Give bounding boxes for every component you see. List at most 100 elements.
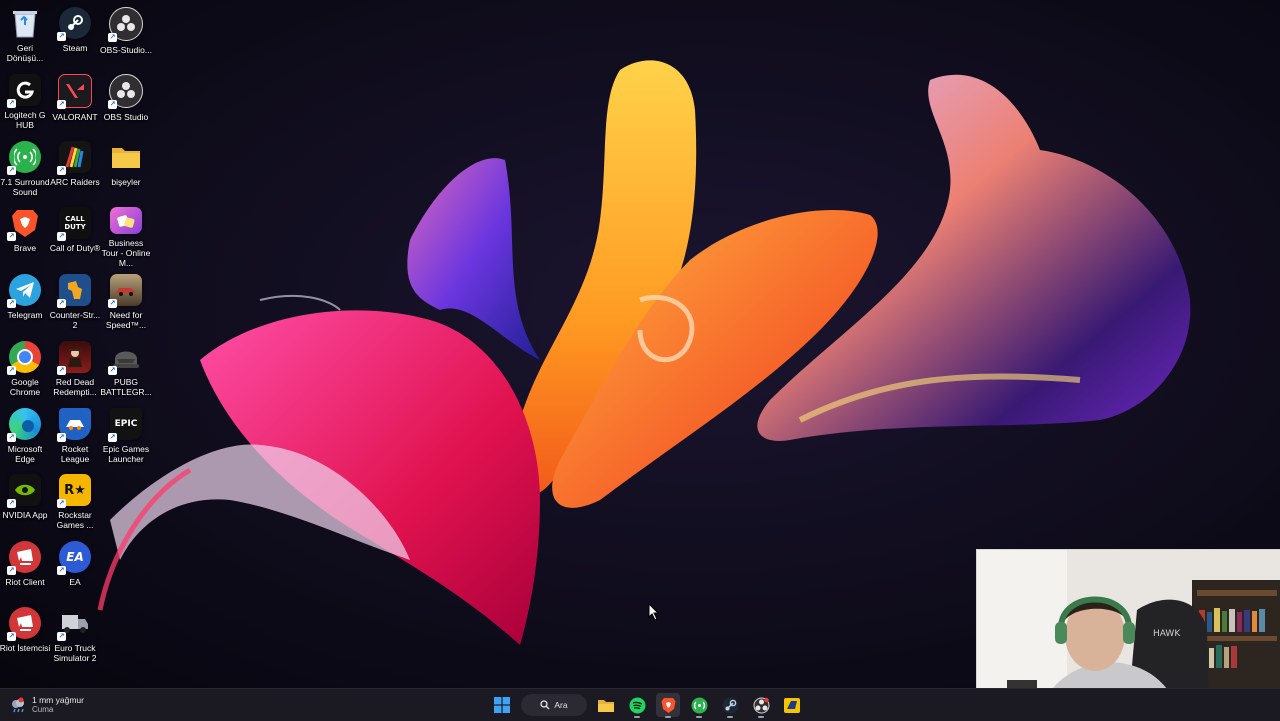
desktop-icon-brave[interactable]: ↗ Brave: [0, 204, 50, 268]
shortcut-arrow-icon: ↗: [7, 299, 16, 308]
counter-strike-icon: ↗: [57, 274, 91, 308]
desktop-icon-riot-client[interactable]: ↗ Riot Client: [0, 538, 50, 602]
obs-taskbar-button[interactable]: [749, 693, 773, 718]
icon-label: Brave: [13, 243, 37, 253]
windows-icon: [494, 697, 510, 713]
search-button[interactable]: Ara: [521, 694, 587, 716]
desktop-icon-counter-strike[interactable]: ↗ Counter-Str... 2: [50, 271, 100, 335]
shortcut-arrow-icon: ↗: [7, 366, 16, 375]
surround-taskbar-button[interactable]: [687, 693, 711, 718]
file-explorer-button[interactable]: [594, 693, 618, 717]
valorant-icon: ↗: [57, 74, 92, 109]
cod-icon: CALL DUTY ↗: [57, 207, 91, 241]
shortcut-arrow-icon: ↗: [57, 366, 66, 375]
steam-icon: [722, 697, 738, 713]
obs-icon: ↗: [108, 7, 143, 42]
desktop-icon-microsoft-edge[interactable]: ↗ Microsoft Edge: [0, 405, 50, 469]
shortcut-arrow-icon: ↗: [57, 299, 66, 308]
shortcut-arrow-icon: ↗: [7, 499, 16, 508]
brave-taskbar-button[interactable]: [656, 693, 680, 718]
shortcut-arrow-icon: ↗: [57, 32, 66, 41]
obs-icon: ↗: [108, 74, 143, 109]
shortcut-arrow-icon: ↗: [7, 166, 16, 175]
pubg-icon: ↗: [108, 341, 142, 375]
icon-label: Geri Dönüşü...: [6, 43, 44, 63]
ets-taskbar-button[interactable]: [780, 693, 804, 717]
desktop-icon-obs-studio-shortcut[interactable]: ↗ OBS-Studio...: [100, 4, 152, 68]
icon-label: OBS-Studio...: [100, 45, 152, 55]
icon-label: Need for Speed™...: [105, 310, 147, 330]
icon-label: Red Dead Redempti...: [53, 377, 97, 397]
icon-label: Euro Truck Simulator 2: [53, 643, 97, 663]
shortcut-arrow-icon: ↗: [57, 566, 66, 575]
desktop-icon-surround-sound[interactable]: ↗ 7.1 Surround Sound: [0, 138, 50, 202]
desktop-icon-red-dead-redemption[interactable]: ↗ Red Dead Redempti...: [50, 338, 100, 402]
rdr-icon: ↗: [57, 341, 91, 375]
desktop-icon-ea[interactable]: EA ↗ EA: [50, 538, 100, 602]
rain-cloud-icon: [10, 697, 26, 713]
rocket-league-icon: ↗: [57, 408, 91, 442]
desktop-icon-obs-studio[interactable]: ↗ OBS Studio: [101, 71, 151, 135]
desktop-icon-nvidia-app[interactable]: ↗ NVIDIA App: [0, 471, 50, 535]
nfs-icon: ↗: [108, 274, 142, 308]
desktop-icon-business-tour[interactable]: Business Tour - Online M...: [101, 204, 151, 268]
rockstar-logo-text: R★: [64, 482, 86, 498]
telegram-icon: ↗: [7, 274, 41, 308]
shortcut-arrow-icon: ↗: [57, 100, 66, 109]
desktop-icon-valorant[interactable]: ↗ VALORANT: [50, 71, 100, 135]
icon-label: Rockstar Games ...: [56, 510, 94, 530]
weather-day: Cuma: [32, 705, 54, 714]
shortcut-arrow-icon: ↗: [108, 33, 117, 42]
desktop-icon-logitech-ghub[interactable]: ↗ Logitech G HUB: [0, 71, 50, 135]
desktop-icon-arc-raiders[interactable]: ↗ ARC Raiders: [50, 138, 100, 202]
surround-icon: ↗: [7, 141, 41, 175]
desktop-icon-biseyler-folder[interactable]: bişeyler: [101, 138, 151, 202]
start-button[interactable]: [490, 693, 514, 717]
shortcut-arrow-icon: ↗: [7, 99, 16, 108]
business-tour-icon: [110, 207, 142, 234]
spotify-icon: [629, 697, 645, 713]
desktop-icon-euro-truck-simulator[interactable]: ↗ Euro Truck Simulator 2: [50, 604, 100, 668]
desktop-icon-telegram[interactable]: ↗ Telegram: [0, 271, 50, 335]
desktop-icon-steam[interactable]: ↗ Steam: [50, 4, 100, 68]
svg-text:HAWK: HAWK: [1153, 629, 1181, 639]
folder-icon: [598, 699, 614, 712]
ea-logo-text: EA: [66, 550, 84, 564]
icon-label: Riot Client: [5, 577, 45, 587]
icon-label: EA: [69, 577, 81, 587]
ets2-icon: ↗: [57, 607, 91, 641]
shortcut-arrow-icon: ↗: [57, 632, 66, 641]
taskbar-center: Ara: [490, 692, 804, 718]
spotify-button[interactable]: [625, 693, 649, 718]
icon-label: Rocket League: [60, 444, 90, 464]
icon-label: Microsoft Edge: [7, 444, 43, 464]
icon-label: OBS Studio: [103, 112, 149, 122]
desktop-icon-google-chrome[interactable]: ↗ Google Chrome: [0, 338, 50, 402]
epic-games-icon: EPIC ↗: [108, 408, 142, 442]
desktop-icon-pubg[interactable]: ↗ PUBG BATTLEGR...: [100, 338, 152, 402]
shortcut-arrow-icon: ↗: [7, 232, 16, 241]
surround-icon: [691, 697, 707, 713]
riot-client-icon: ↗: [7, 541, 41, 575]
desktop-icon-epic-games[interactable]: EPIC ↗ Epic Games Launcher: [101, 405, 151, 469]
weather-widget[interactable]: 1 mm yağmur Cuma: [10, 691, 84, 719]
desktop-icon-need-for-speed[interactable]: ↗ Need for Speed™...: [101, 271, 151, 335]
search-label: Ara: [554, 700, 568, 710]
desktop-icon-rocket-league[interactable]: ↗ Rocket League: [50, 405, 100, 469]
epic-logo-text: EPIC: [114, 419, 138, 429]
chrome-icon: ↗: [7, 341, 41, 375]
rockstar-icon: R★ ↗: [57, 474, 91, 508]
desktop-icon-riot-istemcisi[interactable]: ↗ Riot İstemcisi: [0, 604, 50, 668]
icon-label: Riot İstemcisi: [0, 643, 51, 653]
search-icon: [540, 700, 550, 710]
desktop-icon-call-of-duty[interactable]: CALL DUTY ↗ Call of Duty®: [50, 204, 100, 268]
icon-label: Logitech G HUB: [4, 110, 46, 130]
icon-label: Epic Games Launcher: [102, 444, 150, 464]
steam-taskbar-button[interactable]: [718, 693, 742, 718]
recycle-bin-icon: [9, 7, 41, 39]
obs-icon: [753, 697, 769, 713]
desktop-icon-rockstar-games[interactable]: R★ ↗ Rockstar Games ...: [50, 471, 100, 535]
shortcut-arrow-icon: ↗: [7, 566, 16, 575]
taskbar: 1 mm yağmur Cuma Ara: [0, 688, 1280, 721]
desktop-icon-recycle-bin[interactable]: Geri Dönüşü...: [0, 4, 50, 68]
